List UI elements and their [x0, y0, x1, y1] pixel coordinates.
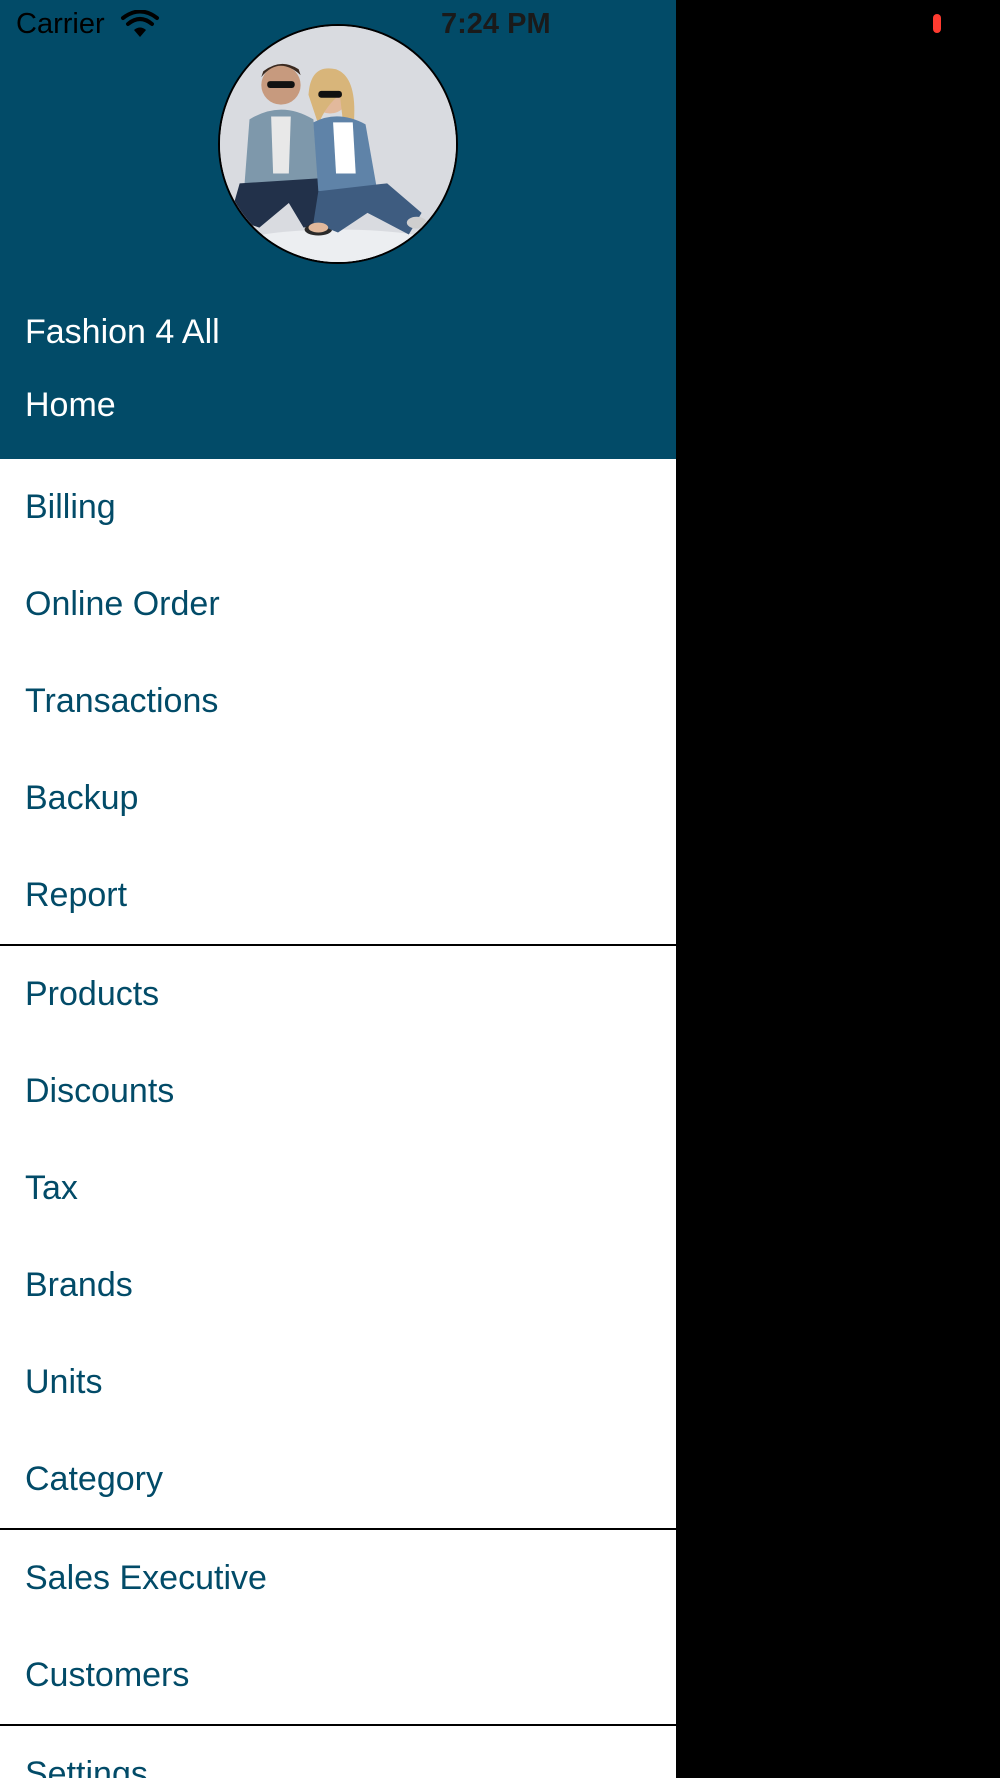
- menu-item-discounts[interactable]: Discounts: [0, 1043, 676, 1140]
- status-time: 7:24 PM: [441, 8, 551, 40]
- menu-item-tax[interactable]: Tax: [0, 1140, 676, 1237]
- menu-item-customers[interactable]: Customers: [0, 1627, 676, 1724]
- menu-item-settings[interactable]: Settings: [0, 1726, 676, 1778]
- avatar-photo: [220, 26, 456, 262]
- carrier-label: Carrier: [16, 8, 105, 40]
- store-name: Fashion 4 All: [25, 313, 220, 351]
- menu-item-billing[interactable]: Billing: [0, 459, 676, 556]
- menu-item-online-order[interactable]: Online Order: [0, 556, 676, 653]
- drawer-header: Fashion 4 All Home: [0, 0, 676, 459]
- menu-item-home[interactable]: Home: [25, 386, 116, 425]
- status-bar: Carrier 7:24 PM: [0, 0, 1000, 52]
- menu-item-brands[interactable]: Brands: [0, 1237, 676, 1334]
- menu-item-units[interactable]: Units: [0, 1334, 676, 1431]
- menu-item-products[interactable]: Products: [0, 946, 676, 1043]
- menu-item-transactions[interactable]: Transactions: [0, 653, 676, 750]
- menu-item-sales-executive[interactable]: Sales Executive: [0, 1530, 676, 1627]
- drawer-menu: Billing Online Order Transactions Backup Rep…: [0, 459, 676, 1778]
- menu-item-category[interactable]: Category: [0, 1431, 676, 1528]
- menu-item-backup[interactable]: Backup: [0, 750, 676, 847]
- menu-item-report[interactable]: Report: [0, 847, 676, 944]
- battery-icon: [933, 14, 941, 33]
- store-avatar: [218, 24, 458, 264]
- wifi-icon: [120, 9, 160, 40]
- navigation-drawer: Fashion 4 All Home Billing Online Order Tr…: [0, 0, 676, 1778]
